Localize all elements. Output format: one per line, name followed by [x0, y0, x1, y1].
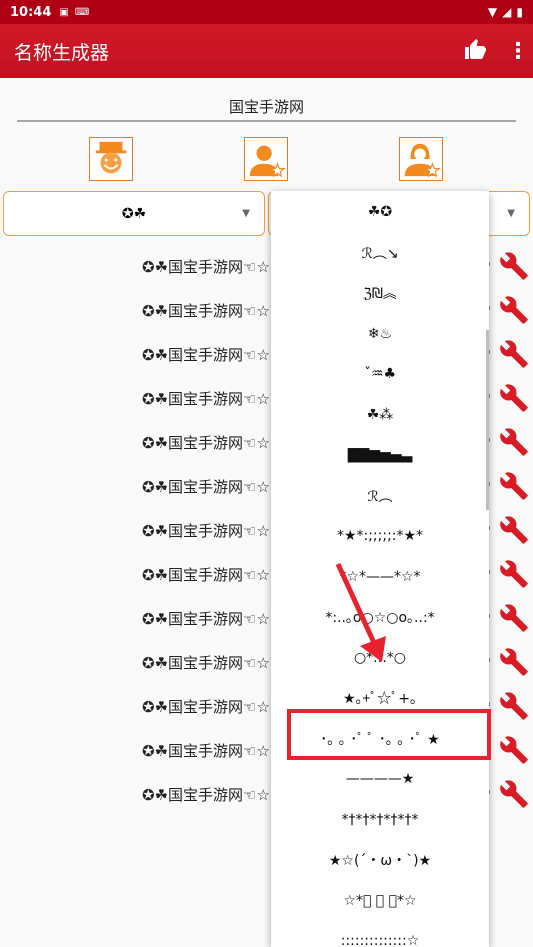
- dropdown-option[interactable]: ☘⁂: [271, 395, 489, 435]
- wrench-icon[interactable]: [499, 471, 529, 501]
- dropdown-option[interactable]: ☆*ﾟ ﾟ ﾟ*☆: [271, 881, 489, 921]
- more-vert-icon[interactable]: ⋮: [507, 39, 529, 64]
- dropdown-option[interactable]: ℨ₪︽: [271, 273, 489, 313]
- result-name[interactable]: ✪☘国宝手游网☜☆: [142, 784, 270, 805]
- result-name[interactable]: ✪☘国宝手游网☜☆: [142, 344, 270, 365]
- wifi-icon: ▼: [487, 5, 498, 19]
- thumbs-up-icon[interactable]: [463, 37, 487, 65]
- dropdown-option[interactable]: ————★: [271, 759, 489, 799]
- chevron-down-icon: ▼: [242, 208, 250, 219]
- red-arrow-annotation: [335, 562, 386, 662]
- status-time: 10:44: [10, 4, 52, 20]
- result-name[interactable]: ✪☘国宝手游网☜☆: [142, 608, 270, 629]
- wrench-icon[interactable]: [499, 559, 529, 589]
- dropdown-option[interactable]: ℛ︵: [271, 476, 489, 516]
- dropdown-scrollbar[interactable]: [486, 330, 489, 510]
- dropdown-option[interactable]: ❄♨: [271, 314, 489, 354]
- wrench-icon[interactable]: [499, 251, 529, 281]
- result-name[interactable]: ✪☘国宝手游网☜☆: [142, 652, 270, 673]
- result-name[interactable]: ✪☘国宝手游网☜☆: [142, 564, 270, 585]
- wrench-icon[interactable]: [499, 603, 529, 633]
- wrench-icon[interactable]: [499, 515, 529, 545]
- keyboard-icon: ⌨: [74, 6, 90, 18]
- wrench-icon[interactable]: [499, 691, 529, 721]
- avatar-male-star-icon[interactable]: [244, 137, 288, 181]
- result-name[interactable]: ✪☘国宝手游网☜☆: [142, 300, 270, 321]
- dropdown-option[interactable]: ★☆(´・ω・`)★: [271, 840, 489, 880]
- dropdown-option[interactable]: ☘✪: [271, 192, 489, 232]
- wrench-icon[interactable]: [499, 735, 529, 765]
- dropdown-option[interactable]: ℛ︵↘: [271, 233, 489, 273]
- wrench-icon[interactable]: [499, 383, 529, 413]
- result-name[interactable]: ✪☘国宝手游网☜☆: [142, 388, 270, 409]
- notification-a-icon: ▣: [59, 6, 69, 18]
- app-title: 名称生成器: [14, 41, 110, 64]
- dropdown-option[interactable]: *†*†*†*†*†*: [271, 800, 489, 840]
- battery-icon: ▮: [516, 5, 523, 19]
- result-name[interactable]: ✪☘国宝手游网☜☆: [142, 432, 270, 453]
- wrench-icon[interactable]: [499, 339, 529, 369]
- style-spinner-left[interactable]: ✪☘ ▼: [3, 191, 265, 236]
- status-bar: 10:44 ▣ ⌨ ▼ ◢ ▮: [0, 0, 533, 24]
- result-name[interactable]: ✪☘国宝手游网☜☆: [142, 740, 270, 761]
- result-name[interactable]: ✪☘国宝手游网☜☆: [142, 256, 270, 277]
- result-name[interactable]: ✪☘国宝手游网☜☆: [142, 696, 270, 717]
- wrench-icon[interactable]: [499, 647, 529, 677]
- status-icons: ▼ ◢ ▮: [488, 5, 523, 19]
- dropdown-option[interactable]: *★*:;;;;;:*★*: [271, 516, 489, 556]
- name-input[interactable]: [17, 92, 516, 122]
- result-name[interactable]: ✪☘国宝手游网☜☆: [142, 476, 270, 497]
- avatar-female-star-icon[interactable]: [399, 137, 443, 181]
- signal-icon: ◢: [502, 5, 512, 19]
- highlight-box: [287, 709, 491, 760]
- app-bar: 名称生成器 ⋮: [0, 24, 533, 78]
- dropdown-option[interactable]: ˇ♒♣: [271, 354, 489, 394]
- spinner-value: ✪☘: [121, 205, 147, 222]
- wrench-icon[interactable]: [499, 779, 529, 809]
- dropdown-option[interactable]: ::::::::::::::☆: [271, 921, 489, 947]
- dropdown-option[interactable]: ▇▇▆▅▄▃: [271, 435, 489, 475]
- wrench-icon[interactable]: [499, 427, 529, 457]
- avatar-clown-icon[interactable]: [89, 137, 133, 181]
- chevron-down-icon: ▼: [507, 208, 515, 219]
- result-name[interactable]: ✪☘国宝手游网☜☆: [142, 520, 270, 541]
- wrench-icon[interactable]: [499, 295, 529, 325]
